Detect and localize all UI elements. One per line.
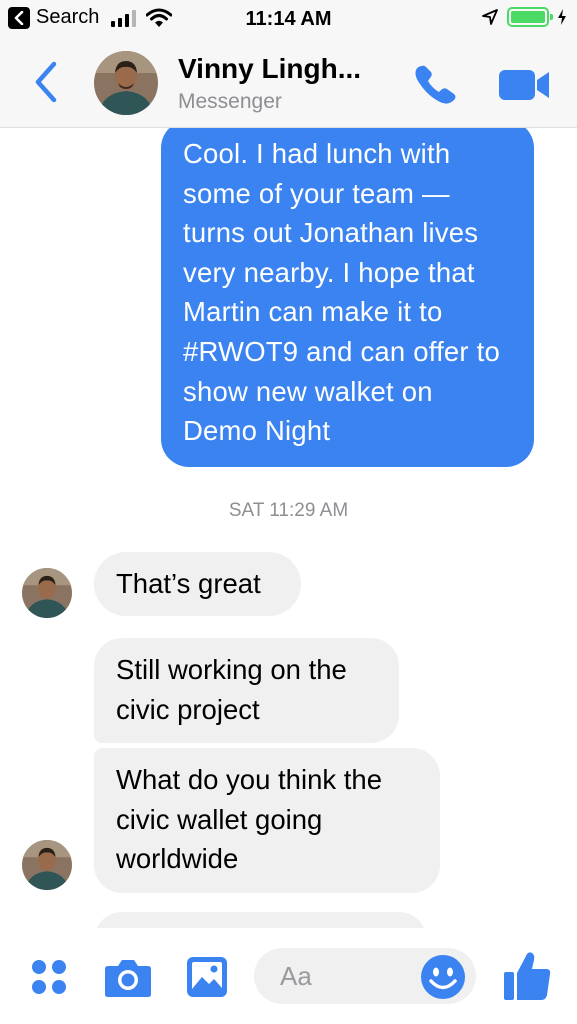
contact-avatar[interactable] [94, 51, 158, 115]
thumbs-up-icon [504, 952, 551, 1000]
gallery-icon [187, 957, 227, 997]
sender-avatar[interactable] [22, 840, 72, 890]
like-button[interactable] [502, 950, 552, 1002]
more-button[interactable] [30, 958, 68, 996]
contact-subtitle: Messenger [178, 90, 282, 113]
status-bar: Search 11:14 AM [0, 0, 577, 38]
more-icon [32, 960, 66, 994]
back-icon [35, 61, 57, 103]
video-icon [499, 70, 549, 100]
composer-bar [0, 928, 577, 1024]
emoji-button[interactable] [420, 954, 466, 1000]
status-right [481, 7, 567, 27]
incoming-message[interactable]: Still working on the civic project [94, 638, 399, 744]
conversation-header: Vinny Lingh... Messenger [0, 38, 577, 128]
camera-icon [105, 960, 151, 997]
sender-avatar[interactable] [22, 568, 72, 618]
call-button[interactable] [412, 62, 460, 106]
video-call-button[interactable] [497, 66, 553, 104]
gallery-button[interactable] [186, 956, 228, 998]
phone-icon [415, 65, 456, 104]
outgoing-message[interactable]: Cool. I had lunch with some of your team… [161, 128, 534, 467]
back-button[interactable] [28, 60, 64, 104]
message-timestamp: SAT 11:29 AM [228, 500, 349, 521]
incoming-message[interactable]: That’s great [94, 552, 301, 616]
message-list[interactable]: Cool. I had lunch with some of your team… [0, 128, 577, 928]
battery-icon [507, 7, 553, 27]
location-icon [482, 9, 498, 25]
emoji-icon [421, 955, 465, 999]
contact-name[interactable]: Vinny Lingh... [178, 53, 361, 85]
incoming-message-partial[interactable] [94, 912, 427, 928]
incoming-message[interactable]: What do you think the civic wallet going… [94, 748, 440, 893]
charging-icon [558, 9, 566, 25]
camera-button[interactable] [104, 958, 152, 998]
